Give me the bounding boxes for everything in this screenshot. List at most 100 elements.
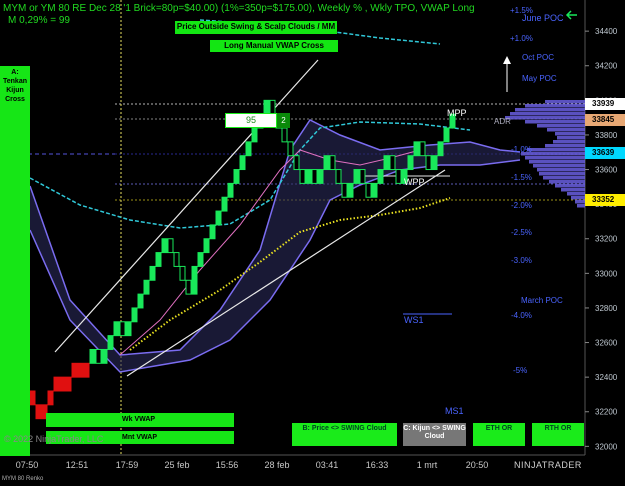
pct-label: -4.0% (511, 311, 532, 320)
y-tick-label: 33200 (595, 235, 618, 244)
renko-brick (155, 252, 162, 267)
renko-brick (101, 348, 108, 364)
price-swing-cloud-button[interactable]: B: Price <> SWING Cloud (292, 423, 397, 446)
march-poc-label: March POC (521, 296, 563, 305)
tpo-profile-bar (547, 128, 585, 132)
tpo-profile-bar (571, 196, 585, 200)
x-tick-label: 12:51 (66, 460, 89, 470)
x-tick-label: 1 mrt (417, 460, 438, 470)
renko-brick (287, 141, 294, 157)
chart-subtitle: M 0,29% = 99 (8, 15, 70, 26)
cloud-fill (30, 120, 520, 372)
tpo-profile-bar (557, 136, 585, 140)
kijun-swing-cloud-button[interactable]: C: Kijun <> SWING Cloud (403, 423, 466, 446)
y-tick-label: 32600 (595, 339, 618, 348)
renko-brick (353, 169, 360, 184)
tpo-profile-bar (525, 120, 585, 124)
tpo-profile-bar (555, 184, 585, 188)
box-small: 2 (277, 113, 290, 128)
renko-brick (239, 155, 246, 171)
eth-or-button[interactable]: ETH OR (473, 423, 525, 446)
pct-label: -5% (513, 366, 528, 375)
x-tick-label: 15:56 (216, 460, 239, 470)
renko-brick (65, 376, 72, 392)
tpo-profile-bar (561, 188, 585, 192)
pct-label: -1.0% (511, 145, 532, 154)
pct-label: -1.5% (511, 173, 532, 182)
price-tag: 33352 (585, 194, 625, 206)
tpo-profile-bar (505, 116, 585, 120)
rth-or-button[interactable]: RTH OR (532, 423, 584, 446)
renko-brick (425, 155, 432, 171)
tpo-profile-bar (549, 180, 585, 184)
x-tick-label: 03:41 (316, 460, 339, 470)
renko-brick (311, 169, 318, 184)
tpo-profile-bar (553, 140, 585, 144)
tpo-profile-bar (539, 172, 585, 176)
y-tick-label: 34200 (595, 62, 618, 71)
renko-brick (227, 182, 234, 198)
y-tick-label: 34400 (595, 27, 618, 36)
renko-brick (179, 265, 186, 281)
renko-brick (29, 390, 36, 406)
renko-brick (419, 141, 426, 157)
renko-brick (395, 169, 402, 184)
renko-brick (197, 252, 204, 267)
renko-brick (341, 182, 348, 198)
pct-label: -2.0% (511, 201, 532, 210)
renko-brick (305, 169, 312, 184)
price-tag: 33845 (585, 114, 625, 126)
renko-brick (125, 321, 132, 337)
renko-brick (443, 127, 450, 143)
adr-label: ADR (494, 117, 511, 126)
y-tick-label: 32000 (595, 442, 618, 451)
oct-poc-label: Oct POC (522, 53, 555, 62)
pct-label: -3.0% (511, 256, 532, 265)
tpo-profile-bar (515, 108, 585, 112)
renko-brick (377, 169, 384, 184)
renko-brick (173, 252, 180, 267)
renko-brick (329, 155, 336, 171)
may-poc-label: May POC (522, 74, 557, 83)
y-tick-label: 33800 (595, 131, 618, 140)
renko-brick (137, 293, 144, 309)
renko-brick (47, 390, 54, 406)
tpo-profile-bar (545, 100, 585, 104)
mpp-label: MPP (447, 108, 467, 118)
x-tick-label: 17:59 (116, 460, 139, 470)
tenkan-kijun-cross-panel: A: Tenkan Kijun Cross (0, 66, 30, 456)
tpo-profile-bar (525, 104, 585, 108)
renko-brick (317, 169, 324, 184)
wk-vwap-button[interactable]: Wk VWAP (46, 413, 234, 427)
tpo-profile-bar (575, 200, 585, 204)
ms1-label: MS1 (445, 406, 464, 416)
renko-brick (95, 348, 102, 364)
renko-brick (161, 238, 168, 254)
tpo-profile-bar (525, 156, 585, 160)
renko-brick (119, 321, 126, 337)
box-value: 95 (225, 113, 277, 128)
pct-label: +1.5% (510, 6, 533, 15)
renko-brick (245, 141, 252, 157)
renko-brick (53, 376, 60, 392)
tpo-profile-bar (543, 176, 585, 180)
up-arrow-head (503, 56, 511, 64)
price-tag: 33639 (585, 147, 625, 159)
renko-brick (431, 155, 438, 171)
pct-label: -2.5% (511, 228, 532, 237)
renko-brick (143, 279, 150, 295)
ws1-label: WS1 (404, 315, 424, 325)
renko-brick (371, 182, 378, 198)
tpo-profile-bar (545, 144, 585, 148)
renko-brick (89, 348, 96, 364)
wpp-label: WPP (404, 177, 425, 187)
arrow-left-icon[interactable] (565, 9, 579, 21)
x-tick-label: 25 feb (164, 460, 189, 470)
ninjatrader-logo: NINJATRADER (514, 460, 582, 470)
renko-brick (293, 155, 300, 171)
tpo-profile-bar (567, 192, 585, 196)
renko-brick (383, 155, 390, 171)
renko-brick (209, 224, 216, 240)
renko-brick (221, 196, 228, 212)
chart-title: MYM or YM 80 RE Dec 28 '1 Brick=80p=$40.… (3, 3, 475, 14)
